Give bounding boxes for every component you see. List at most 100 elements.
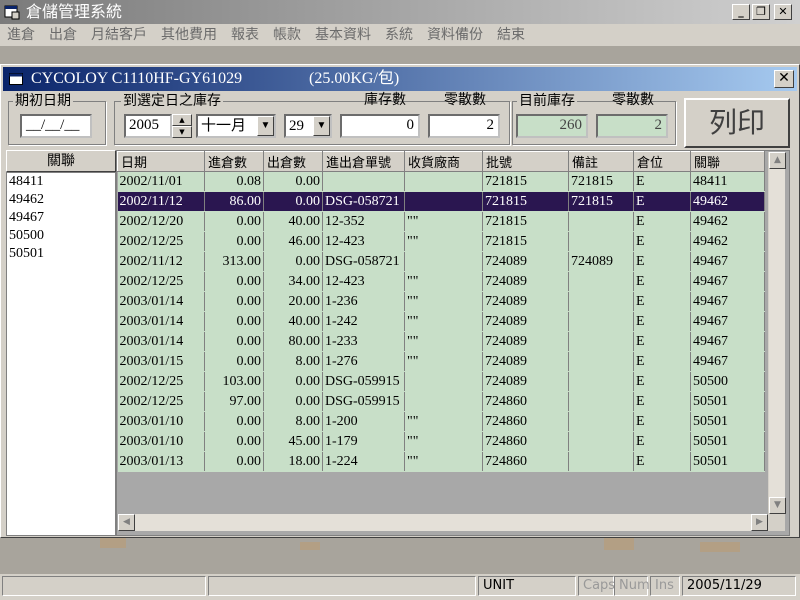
table-cell: E — [633, 371, 691, 392]
restore-button[interactable]: ❐ — [752, 4, 770, 20]
table-cell: 313.00 — [204, 251, 264, 272]
table-row[interactable]: 2002/11/12 313.00 0.00 DSG-058721 724089 7240… — [117, 251, 765, 272]
related-list-item[interactable]: 48411 — [7, 173, 115, 191]
menu-item[interactable]: 基本資料 — [308, 24, 378, 46]
table-cell: 0.00 — [204, 311, 264, 332]
column-header[interactable]: 倉位 — [633, 151, 691, 172]
status-num: Num — [614, 576, 650, 596]
scroll-down-button[interactable]: ▼ — [769, 497, 786, 514]
table-row[interactable]: 2002/11/01 0.08 0.00 721815 721815 E 48411 — [117, 171, 765, 192]
table-row[interactable]: 2003/01/10 0.00 45.00 1-179 "" 724860 E 50501 — [117, 431, 765, 452]
menu-item[interactable]: 出倉 — [42, 24, 84, 46]
year-spin-down[interactable]: ▼ — [172, 126, 192, 138]
current-stock-field: 260 — [516, 114, 588, 138]
current-loose-label: 零散數 — [612, 92, 654, 108]
table-cell: 50501 — [690, 391, 765, 412]
current-stock-label: 目前庫存 — [517, 93, 577, 109]
table-cell: 2002/12/25 — [117, 271, 205, 292]
close-window-button[interactable]: ✕ — [774, 70, 794, 88]
table-row[interactable]: 2003/01/14 0.00 20.00 1-236 "" 724089 E 49467 — [117, 291, 765, 312]
table-row[interactable]: 2003/01/15 0.00 8.00 1-276 "" 724089 E 49467 — [117, 351, 765, 372]
table-row[interactable]: 2002/12/20 0.00 40.00 12-352 "" 721815 E 49462 — [117, 211, 765, 232]
table-cell: 1-200 — [322, 411, 405, 432]
menu-item[interactable]: 報表 — [224, 24, 266, 46]
minimize-button[interactable]: _ — [732, 4, 750, 20]
table-cell: 1-233 — [322, 331, 405, 352]
status-bar: UNIT Caps Num Ins 2005/11/29 — [0, 574, 800, 600]
related-list-item[interactable]: 49462 — [7, 191, 115, 209]
initial-date-input[interactable]: __/__/__ — [20, 114, 92, 138]
table-cell — [568, 411, 634, 432]
vertical-scrollbar[interactable]: ▲ ▼ — [768, 152, 786, 514]
related-list-item[interactable]: 50501 — [7, 245, 115, 263]
menu-item[interactable]: 系統 — [378, 24, 420, 46]
table-cell — [568, 351, 634, 372]
table-cell: 721815 — [482, 171, 569, 192]
column-header[interactable]: 備註 — [568, 151, 634, 172]
table-cell: 0.00 — [263, 171, 323, 192]
table-row[interactable]: 2002/12/25 103.00 0.00 DSG-059915 724089 E 505… — [117, 371, 765, 392]
column-header[interactable]: 批號 — [482, 151, 569, 172]
table-row[interactable]: 2003/01/14 0.00 80.00 1-233 "" 724089 E 49467 — [117, 331, 765, 352]
scroll-right-button[interactable]: ▶ — [751, 514, 768, 531]
table-cell: 2003/01/14 — [117, 291, 205, 312]
table-cell — [404, 371, 483, 392]
table-cell: 40.00 — [263, 211, 323, 232]
menu-item[interactable]: 結束 — [490, 24, 532, 46]
column-header[interactable]: 日期 — [117, 151, 205, 172]
menu-item[interactable]: 進倉 — [0, 24, 42, 46]
table-cell: 0.00 — [263, 391, 323, 412]
table-cell: 0.00 — [263, 191, 323, 212]
column-header[interactable]: 收貨廠商 — [404, 151, 483, 172]
print-button[interactable]: 列印 — [684, 98, 790, 148]
year-spin-up[interactable]: ▲ — [172, 114, 192, 126]
day-select[interactable]: 29 ▼ — [284, 114, 332, 138]
scroll-up-button[interactable]: ▲ — [769, 152, 786, 169]
table-cell: 40.00 — [263, 311, 323, 332]
table-cell: E — [633, 211, 691, 232]
table-row[interactable]: 2002/11/12 86.00 0.00 DSG-058721 721815 72181… — [117, 191, 765, 212]
column-header[interactable]: 關聯 — [690, 151, 765, 172]
table-cell: 2003/01/14 — [117, 311, 205, 332]
chevron-down-icon[interactable]: ▼ — [257, 116, 274, 136]
column-header[interactable]: 進出倉單號 — [322, 151, 405, 172]
table-cell: 1-224 — [322, 451, 405, 472]
table-cell: E — [633, 291, 691, 312]
table-cell: E — [633, 271, 691, 292]
table-row[interactable]: 2003/01/14 0.00 40.00 1-242 "" 724089 E 49467 — [117, 311, 765, 332]
product-title: CYCOLOY C1110HF-GY61029 — [31, 70, 243, 87]
table-row[interactable]: 2002/12/25 0.00 34.00 12-423 "" 724089 E 49467 — [117, 271, 765, 292]
chevron-down-icon[interactable]: ▼ — [313, 116, 330, 136]
related-list: 關聯 48411 49462 49467 50500 50501 — [6, 150, 116, 536]
menu-item[interactable]: 帳款 — [266, 24, 308, 46]
table-cell: 0.00 — [263, 371, 323, 392]
table-row[interactable]: 2003/01/10 0.00 8.00 1-200 "" 724860 E 50501 — [117, 411, 765, 432]
table-cell: 721815 — [568, 191, 634, 212]
table-cell: 1-276 — [322, 351, 405, 372]
table-row[interactable]: 2003/01/13 0.00 18.00 1-224 "" 724860 E 50501 — [117, 451, 765, 472]
table-row[interactable]: 2002/12/25 97.00 0.00 DSG-059915 724860 E 5050… — [117, 391, 765, 412]
menu-item[interactable]: 其他費用 — [154, 24, 224, 46]
table-cell: 50501 — [690, 431, 765, 452]
scroll-left-button[interactable]: ◀ — [118, 514, 135, 531]
table-row[interactable]: 2002/12/25 0.00 46.00 12-423 "" 721815 E 49462 — [117, 231, 765, 252]
transactions-table: 日期 進倉數 出倉數 進出倉單號 收貨廠商 批號 備註 倉位 關聯 2002/11/01 0.08… — [117, 151, 765, 472]
app-title: 倉儲管理系統 — [26, 2, 123, 21]
table-cell: E — [633, 171, 691, 192]
table-cell: 8.00 — [263, 411, 323, 432]
month-select[interactable]: 十一月 ▼ — [196, 114, 276, 138]
app-close-button[interactable]: ✕ — [774, 4, 792, 20]
menu-item[interactable]: 資料備份 — [420, 24, 490, 46]
horizontal-scrollbar[interactable]: ◀ ▶ — [118, 514, 768, 531]
year-input[interactable]: 2005 — [124, 114, 172, 138]
table-cell: 12-352 — [322, 211, 405, 232]
table-cell: 724860 — [482, 451, 569, 472]
menu-item[interactable]: 月結客戶 — [84, 24, 154, 46]
table-cell: "" — [404, 331, 483, 352]
column-header[interactable]: 出倉數 — [263, 151, 323, 172]
status-date: 2005/11/29 — [682, 576, 796, 596]
table-cell: 0.00 — [204, 271, 264, 292]
related-list-item[interactable]: 50500 — [7, 227, 115, 245]
related-list-item[interactable]: 49467 — [7, 209, 115, 227]
column-header[interactable]: 進倉數 — [204, 151, 264, 172]
